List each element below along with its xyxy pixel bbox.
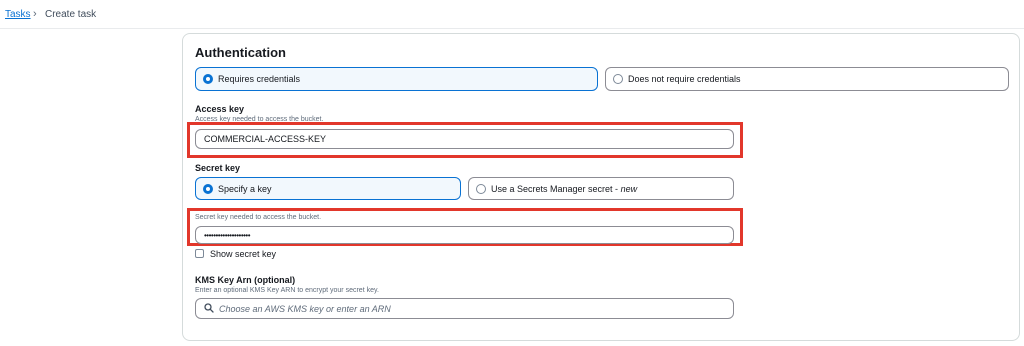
radio-label: Use a Secrets Manager secret - new xyxy=(491,183,638,194)
secret-key-label: Secret key xyxy=(195,163,241,173)
radio-selected-icon xyxy=(203,74,213,84)
new-badge: new xyxy=(620,183,638,194)
section-title: Authentication xyxy=(195,45,286,60)
access-key-label: Access key xyxy=(195,104,245,114)
secret-key-input[interactable]: •••••••••••••••••••• xyxy=(195,226,734,244)
breadcrumb-current: Create task xyxy=(45,9,97,20)
breadcrumb-tasks-link[interactable]: Tasks xyxy=(5,9,31,20)
radio-unselected-icon xyxy=(613,74,623,84)
radio-no-credentials[interactable]: Does not require credentials xyxy=(605,67,1009,91)
radio-selected-icon xyxy=(203,183,213,194)
radio-secrets-manager[interactable]: Use a Secrets Manager secret - new xyxy=(468,177,734,200)
secret-key-description: Secret key needed to access the bucket. xyxy=(195,214,322,221)
radio-label: Does not require credentials xyxy=(628,74,741,84)
chevron-right-icon: › xyxy=(33,8,37,20)
radio-label: Requires credentials xyxy=(218,74,301,84)
kms-key-placeholder: Choose an AWS KMS key or enter an ARN xyxy=(219,303,391,314)
show-secret-key-label: Show secret key xyxy=(210,249,277,259)
radio-specify-key[interactable]: Specify a key xyxy=(195,177,461,200)
radio-label: Specify a key xyxy=(218,183,272,194)
access-key-input[interactable]: COMMERCIAL-ACCESS-KEY xyxy=(195,129,734,149)
radio-requires-credentials[interactable]: Requires credentials xyxy=(195,67,598,91)
search-icon xyxy=(204,303,214,313)
top-bar: Tasks › Create task xyxy=(0,0,1024,29)
kms-key-label: KMS Key Arn (optional) xyxy=(195,275,296,285)
kms-key-description: Enter an optional KMS Key ARN to encrypt… xyxy=(195,287,379,294)
kms-key-input[interactable]: Choose an AWS KMS key or enter an ARN xyxy=(195,298,734,319)
show-secret-key-checkbox[interactable] xyxy=(195,249,204,258)
radio-unselected-icon xyxy=(476,183,486,194)
